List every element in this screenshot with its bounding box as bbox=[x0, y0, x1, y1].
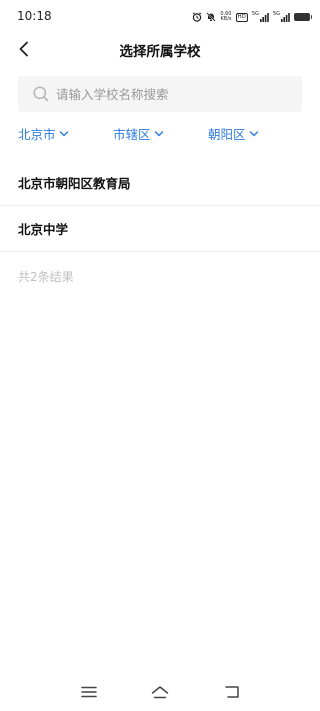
back-icon bbox=[225, 686, 239, 698]
menu-icon bbox=[81, 686, 97, 698]
search-icon bbox=[33, 86, 49, 102]
region-filters: 北京市 市辖区 朝阳区 bbox=[0, 124, 320, 148]
net-speed-unit: KB/s bbox=[220, 16, 232, 22]
list-item[interactable]: 北京中学 bbox=[0, 206, 320, 252]
chevron-down-icon bbox=[154, 130, 163, 136]
district-type-filter-label: 市辖区 bbox=[113, 127, 151, 142]
status-bar: 10:18 0.60 KB/s HD 5G 5G bbox=[0, 0, 320, 32]
result-list: 北京市朝阳区教育局 北京中学 bbox=[0, 160, 320, 252]
signal-label: 5G bbox=[251, 10, 259, 17]
mute-icon bbox=[205, 12, 216, 22]
alarm-icon bbox=[192, 12, 202, 22]
school-name: 北京市朝阳区教育局 bbox=[18, 176, 131, 191]
district-filter-label: 朝阳区 bbox=[208, 127, 246, 142]
home-button[interactable] bbox=[148, 682, 172, 702]
back-nav-button[interactable] bbox=[220, 682, 244, 702]
home-icon bbox=[151, 686, 169, 699]
chevron-down-icon bbox=[59, 130, 68, 136]
search-input[interactable] bbox=[56, 86, 286, 102]
signal-icon: 5G bbox=[251, 10, 269, 22]
signal-icon: 5G bbox=[272, 10, 290, 22]
menu-button[interactable] bbox=[77, 682, 101, 702]
net-speed: 0.60 KB/s bbox=[220, 12, 232, 22]
result-count: 共2条结果 bbox=[18, 270, 74, 284]
system-nav-bar bbox=[0, 674, 320, 711]
search-box[interactable] bbox=[18, 76, 302, 112]
list-item[interactable]: 北京市朝阳区教育局 bbox=[0, 160, 320, 206]
header: 选择所属学校 bbox=[0, 32, 320, 64]
battery-icon bbox=[294, 13, 312, 21]
signal-label: 5G bbox=[272, 10, 280, 17]
chevron-down-icon bbox=[249, 130, 258, 136]
status-time: 10:18 bbox=[17, 9, 52, 23]
page-title: 选择所属学校 bbox=[119, 44, 201, 60]
district-type-filter[interactable]: 市辖区 bbox=[113, 124, 164, 143]
hd-icon: HD bbox=[235, 12, 248, 22]
city-filter-label: 北京市 bbox=[18, 127, 56, 142]
city-filter[interactable]: 北京市 bbox=[18, 124, 69, 143]
district-filter[interactable]: 朝阳区 bbox=[208, 124, 259, 143]
status-icons: 0.60 KB/s HD 5G 5G bbox=[192, 10, 312, 24]
school-name: 北京中学 bbox=[18, 222, 69, 237]
